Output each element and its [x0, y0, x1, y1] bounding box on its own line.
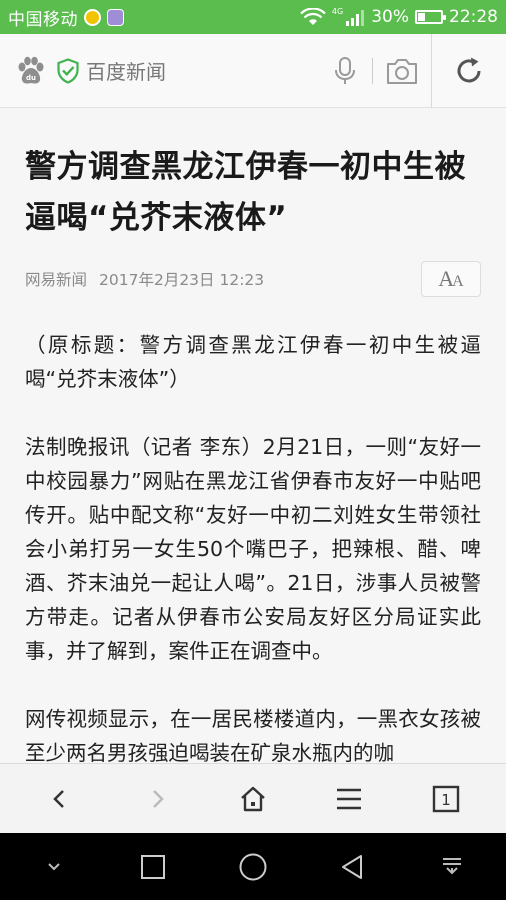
font-size-icon: AA	[438, 266, 464, 291]
tab-count: 1	[441, 791, 451, 809]
back-nav-button[interactable]	[323, 837, 383, 897]
address-bar: du 百度新闻	[0, 33, 506, 108]
recents-icon	[141, 854, 166, 879]
battery-level-fill	[418, 13, 426, 21]
baidu-paw-icon: du	[14, 54, 48, 88]
article-paragraph: 网传视频显示，在一居民楼楼道内，一黑衣女孩被至少两名男孩强迫喝装在矿泉水瓶内的咖	[25, 707, 481, 763]
recents-button[interactable]	[123, 837, 183, 897]
notification-pull-button[interactable]	[422, 837, 482, 897]
signal-icon	[345, 8, 365, 26]
wifi-icon	[300, 8, 326, 26]
article-paragraph: 法制晚报讯（记者 李东）2月21日，一则“友好一中校园暴力”网贴在黑龙江省伊春市…	[25, 435, 481, 663]
camera-icon[interactable]	[385, 56, 419, 86]
site-name: 百度新闻	[86, 60, 166, 84]
microphone-icon[interactable]	[330, 54, 360, 88]
forward-button[interactable]	[129, 771, 185, 827]
tabs-icon: 1	[432, 785, 459, 812]
notification-pull-icon	[443, 857, 462, 874]
carrier-name: 中国移动	[8, 9, 78, 30]
address-divider	[372, 57, 373, 84]
article-paragraph: （原标题：警方调查黑龙江伊春一初中生被逼喝“兑芥末液体”）	[25, 333, 481, 391]
message-notification-icon	[107, 8, 124, 26]
hide-keyboard-button[interactable]	[24, 837, 84, 897]
browser-toolbar: 1	[0, 763, 506, 833]
font-size-button[interactable]: AA	[421, 261, 481, 297]
battery-icon	[415, 10, 446, 24]
clock: 22:28	[449, 7, 498, 27]
home-icon	[241, 786, 265, 811]
article: 警方调查黑龙江伊春一初中生被逼喝“兑芥末液体” 网易新闻 2017年2月23日 …	[0, 108, 506, 763]
refresh-icon[interactable]	[432, 34, 506, 108]
article-datetime: 2017年2月23日 12:23	[99, 271, 265, 289]
back-triangle-icon	[341, 854, 362, 879]
secure-shield-icon	[56, 57, 80, 84]
home-circle-icon	[239, 853, 267, 880]
menu-button[interactable]	[321, 771, 377, 827]
network-type: 4G	[331, 6, 344, 16]
article-meta: 网易新闻 2017年2月23日 12:23 AA	[25, 260, 481, 298]
home-button[interactable]	[225, 771, 281, 827]
system-nav-bar	[0, 833, 506, 900]
back-icon	[53, 789, 65, 808]
svg-text:du: du	[26, 74, 36, 82]
article-headline: 警方调查黑龙江伊春一初中生被逼喝“兑芥末液体”	[25, 149, 466, 236]
forward-icon	[152, 789, 164, 808]
battery-percent: 30%	[371, 7, 409, 27]
url-box[interactable]: du 百度新闻	[0, 33, 432, 108]
wechat-notification-icon	[84, 8, 101, 26]
menu-icon	[337, 788, 362, 809]
home-nav-button[interactable]	[223, 837, 283, 897]
back-button[interactable]	[32, 771, 88, 827]
status-bar: 中国移动 4G 30% 22:28	[0, 0, 506, 34]
tabs-button[interactable]: 1	[418, 771, 474, 827]
article-source: 网易新闻	[25, 271, 88, 289]
status-left: 中国移动	[8, 5, 124, 30]
hide-keyboard-icon	[48, 862, 60, 870]
status-right: 4G 30% 22:28	[300, 7, 498, 27]
